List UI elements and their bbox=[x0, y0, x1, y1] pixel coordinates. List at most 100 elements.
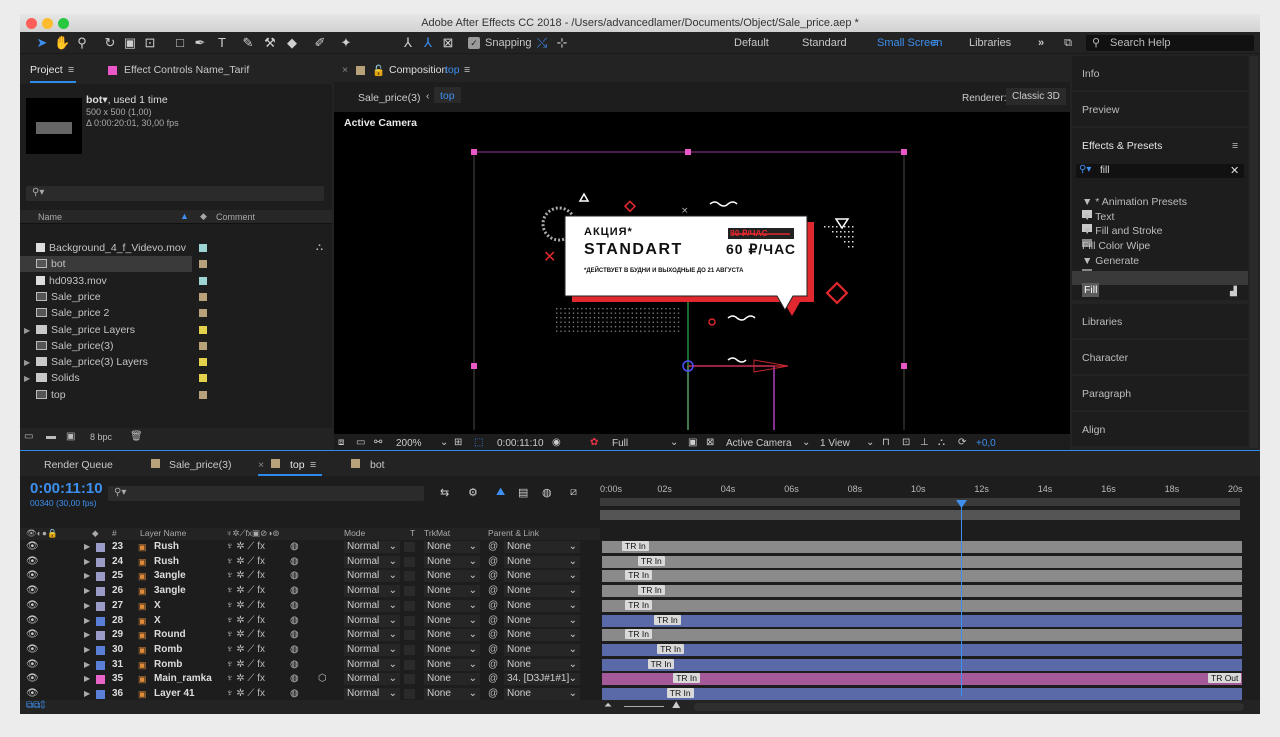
zoom-dropdown[interactable]: 200% bbox=[396, 438, 422, 449]
snapping-checkbox[interactable]: ✓ bbox=[468, 37, 480, 49]
parent-dropdown[interactable]: None ⌄ bbox=[504, 614, 580, 627]
zoom-out-icon[interactable]: ⏶ bbox=[604, 700, 612, 711]
brush-tool-icon[interactable]: ✎ bbox=[240, 35, 256, 51]
motion-blur-switch-icon[interactable]: ◍ bbox=[290, 540, 299, 555]
zoom-in-icon[interactable]: ⛰ bbox=[672, 700, 680, 711]
trkmat-dropdown[interactable]: None ⌄ bbox=[424, 614, 480, 627]
layer-name[interactable]: 3angle bbox=[154, 569, 186, 584]
mode-dropdown[interactable]: Normal ⌄ bbox=[344, 673, 400, 686]
marker-tr-in[interactable]: TR In bbox=[654, 614, 681, 625]
label-color[interactable] bbox=[199, 374, 207, 383]
character-panel[interactable]: Character bbox=[1072, 340, 1248, 374]
clear-search-icon[interactable]: ✕ bbox=[1230, 164, 1239, 177]
world-axis-icon[interactable]: ⅄ bbox=[420, 35, 436, 51]
project-item[interactable]: Sale_price bbox=[20, 289, 320, 305]
snapshot-icon[interactable]: ◉ bbox=[552, 437, 561, 448]
timeline-scrollbar[interactable] bbox=[694, 703, 1244, 711]
project-item[interactable]: top bbox=[20, 387, 320, 403]
visibility-eye-icon[interactable]: 👁 bbox=[26, 672, 39, 687]
draft-3d-icon[interactable]: ⊡ bbox=[902, 437, 910, 448]
marker-tr-in[interactable]: TR In bbox=[622, 541, 649, 551]
snap-grid-icon[interactable]: ⊹ bbox=[554, 35, 570, 51]
col-name[interactable]: Name bbox=[38, 212, 62, 222]
twirl-icon[interactable]: ▶ bbox=[84, 569, 90, 584]
layer-name[interactable]: X bbox=[154, 614, 161, 629]
time-ruler[interactable]: 0:00s 02s 04s 06s 08s 10s 12s 14s 16s 18s 20s bbox=[600, 476, 1260, 520]
twirl-icon[interactable]: ▶ bbox=[24, 323, 36, 339]
current-time-indicator[interactable] bbox=[956, 500, 967, 696]
parent-dropdown[interactable]: None ⌄ bbox=[504, 629, 580, 642]
project-item[interactable]: Sale_price(3) bbox=[20, 338, 320, 354]
marker-tr-in[interactable]: TR In bbox=[638, 555, 665, 566]
puppet-tool-icon[interactable]: ✦ bbox=[338, 35, 354, 51]
layer-label-color[interactable] bbox=[96, 572, 105, 582]
layer-label-color[interactable] bbox=[96, 645, 105, 655]
bit-depth-button[interactable]: 8 bpc bbox=[90, 432, 112, 442]
parent-dropdown[interactable]: None ⌄ bbox=[504, 599, 580, 612]
zoom-window-button[interactable] bbox=[58, 18, 69, 29]
preserve-transparency-checkbox[interactable] bbox=[404, 586, 415, 597]
layer-row[interactable]: 👁 ▶ 23 ▣ Rush ♆ ✲ ⟋ fx ◍ Normal ⌄ None ⌄ @ None ⌄ TR I… bbox=[20, 540, 1260, 555]
motion-blur-switch-icon[interactable]: ◍ bbox=[290, 599, 299, 614]
layer-row[interactable]: 👁 ▶ 35 ▣ Main_ramka ♆ ✲ ⟋ fx ◍ ⬡ Normal ⌄ None ⌄ @34… bbox=[20, 672, 1260, 687]
effects-tree-item[interactable]: ▼ Generate bbox=[1072, 242, 1248, 267]
motion-blur-switch-icon[interactable]: ◍ bbox=[290, 643, 299, 658]
marker-tr-in[interactable]: TR In bbox=[647, 658, 675, 669]
parent-dropdown[interactable]: None ⌄ bbox=[504, 688, 580, 700]
layer-duration-bar[interactable] bbox=[602, 629, 1242, 642]
tab-composition-name[interactable]: top bbox=[445, 64, 460, 76]
motion-blur-switch-icon[interactable]: ◍ bbox=[290, 614, 299, 629]
marker-tr-in[interactable]: TR In bbox=[625, 570, 652, 581]
layer-row[interactable]: 👁 ▶ 24 ▣ Rush ♆ ✲ ⟋ fx ◍ Normal ⌄ None ⌄ @ None ⌄ TR I… bbox=[20, 555, 1260, 570]
grid-icon[interactable]: ⊞ bbox=[454, 437, 462, 448]
layer-label-color[interactable] bbox=[96, 601, 105, 611]
preserve-transparency-checkbox[interactable] bbox=[404, 571, 415, 582]
pick-whip-icon[interactable]: @ bbox=[488, 658, 498, 673]
channel-icon[interactable]: ✿ bbox=[590, 437, 598, 448]
layer-label-color[interactable] bbox=[96, 690, 105, 699]
parent-dropdown[interactable]: None ⌄ bbox=[504, 555, 580, 568]
preserve-transparency-checkbox[interactable] bbox=[404, 630, 415, 641]
breadcrumb-current[interactable]: top bbox=[434, 87, 461, 103]
eraser-tool-icon[interactable]: ◆ bbox=[284, 35, 300, 51]
new-folder-icon[interactable]: ▬ bbox=[46, 431, 56, 442]
layer-duration-bar[interactable] bbox=[602, 570, 1242, 583]
mode-dropdown[interactable]: Normal ⌄ bbox=[344, 585, 400, 598]
label-color[interactable] bbox=[199, 341, 207, 350]
motion-blur-switch-icon[interactable]: ◍ bbox=[290, 672, 299, 687]
pan-behind-tool-icon[interactable]: ⊡ bbox=[142, 35, 158, 51]
workspace-libraries[interactable]: Libraries bbox=[969, 37, 1011, 49]
minimize-window-button[interactable] bbox=[42, 18, 53, 29]
trkmat-dropdown[interactable]: None ⌄ bbox=[424, 673, 480, 686]
motion-blur-switch-icon[interactable]: ◍ bbox=[290, 584, 299, 599]
new-preset-icon[interactable]: ▟ bbox=[1230, 286, 1237, 297]
project-item[interactable]: Sale_price 2 bbox=[20, 305, 320, 321]
layer-label-color[interactable] bbox=[96, 631, 105, 641]
effects-tree-item[interactable]: ▼ Text bbox=[1072, 198, 1248, 223]
layer-name[interactable]: Romb bbox=[154, 643, 182, 658]
preserve-transparency-checkbox[interactable] bbox=[404, 674, 415, 685]
resolution-dropdown[interactable]: Full bbox=[612, 438, 628, 449]
pick-whip-icon[interactable]: @ bbox=[488, 569, 498, 584]
parent-dropdown[interactable]: None ⌄ bbox=[504, 585, 580, 598]
panel-menu-icon[interactable]: ≡ bbox=[310, 459, 316, 471]
parent-dropdown[interactable]: 34. [D3J#1#1] ⌄ bbox=[504, 673, 580, 686]
marker-tr-in[interactable]: TR In bbox=[673, 673, 700, 684]
workspace-menu-icon[interactable]: ≡ bbox=[932, 37, 938, 49]
libraries-panel[interactable]: Libraries bbox=[1072, 304, 1248, 338]
zoom-slider[interactable] bbox=[624, 706, 664, 707]
twirl-icon[interactable]: ▶ bbox=[84, 584, 90, 599]
layer-row[interactable]: 👁 ▶ 25 ▣ 3angle ♆ ✲ ⟋ fx ◍ Normal ⌄ None ⌄ @ None ⌄ TR… bbox=[20, 569, 1260, 584]
visibility-eye-icon[interactable]: 👁 bbox=[26, 599, 39, 614]
layer-switches-icon[interactable]: ♆ ✲ ⟋ fx bbox=[226, 614, 265, 629]
3d-layer-icon[interactable]: ⬡ bbox=[318, 672, 327, 687]
paragraph-panel[interactable]: Paragraph bbox=[1072, 376, 1248, 410]
layer-name[interactable]: Romb bbox=[154, 658, 182, 673]
layer-label-color[interactable] bbox=[96, 587, 105, 597]
close-window-button[interactable] bbox=[26, 18, 37, 29]
layer-label-color[interactable] bbox=[96, 557, 105, 567]
preserve-transparency-checkbox[interactable] bbox=[404, 659, 415, 670]
pick-whip-icon[interactable]: @ bbox=[488, 672, 498, 687]
visibility-eye-icon[interactable]: 👁 bbox=[26, 540, 39, 555]
timeline-current-time[interactable]: 0:00:11:10 bbox=[30, 480, 103, 497]
